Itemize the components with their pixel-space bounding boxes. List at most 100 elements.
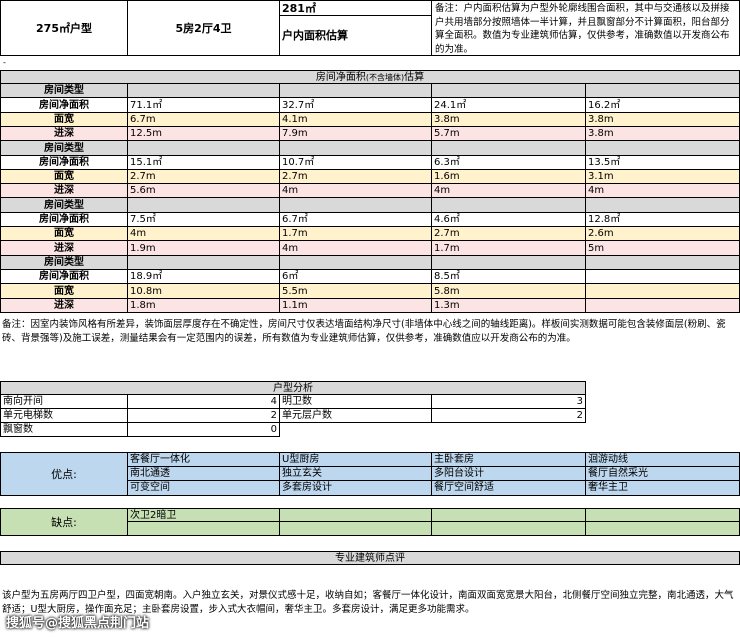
row-label-area: 房间净面积 <box>0 270 128 284</box>
room-type-cell <box>128 84 280 98</box>
room-depth-cell: 1.8m <box>128 299 280 313</box>
pros-cell: 客餐厅一体化 <box>128 452 280 467</box>
analysis-label2 <box>280 423 432 437</box>
room-area-cell: 6.3㎡ <box>432 156 586 170</box>
room-type-cell <box>128 198 280 213</box>
room-type-cell <box>586 198 740 213</box>
row-label-depth: 进深 <box>0 299 128 313</box>
room-depth-cell: 1.9m <box>128 241 280 256</box>
pros-label: 优点: <box>0 452 128 496</box>
room-type-cell <box>280 198 432 213</box>
room-area-cell: 16.2㎡ <box>586 98 740 113</box>
room-type-cell <box>128 256 280 270</box>
room-depth-cell: 4m <box>432 184 586 198</box>
pros-cell: 餐厅自然采光 <box>586 466 740 482</box>
analysis-val2 <box>432 423 586 437</box>
room-depth-cell: 1.7m <box>432 241 586 256</box>
room-width-cell: 2.7m <box>128 170 280 184</box>
cons-cell <box>586 522 740 536</box>
room-table-note: 备注：因室内装饰风格有所差异，装饰面层厚度存在不确定性，房间尺寸仅表达墙面结构净… <box>2 319 726 344</box>
row-label-width: 面宽 <box>0 227 128 241</box>
room-area-cell: 7.5㎡ <box>128 213 280 227</box>
analysis-table: 户型分析 南向开间 4 明卫数 3 单元电梯数 2 单元层户数 2 飘窗数 0 <box>0 381 588 439</box>
row-label-type: 房间类型 <box>0 141 128 156</box>
row-label-depth: 进深 <box>0 241 128 256</box>
room-table: 房间净面积(不含墙体)估算 房间类型 房间净面积 71.1㎡ 32.7㎡ 24.1㎡ 16… <box>0 70 740 313</box>
row-label-type: 房间类型 <box>0 198 128 213</box>
pros-table: 优点: 客餐厅一体化 U型厨房 主卧套房 洄游动线 南北通透 独立玄关 多阳台设计 餐厅自然采… <box>0 452 740 496</box>
room-width-cell: 1.6m <box>432 170 586 184</box>
pros-cell: U型厨房 <box>280 452 432 467</box>
cons-cell: 次卫2暗卫 <box>128 508 280 522</box>
analysis-label2: 单元层户数 <box>280 409 432 423</box>
analysis-val2: 2 <box>432 409 586 423</box>
analysis-label2: 明卫数 <box>280 395 432 409</box>
cons-label: 缺点: <box>0 508 128 536</box>
row-label-area: 房间净面积 <box>0 98 128 113</box>
analysis-label1: 单元电梯数 <box>0 409 128 423</box>
pros-cell: 独立玄关 <box>280 466 432 482</box>
room-depth-cell: 5.6m <box>128 184 280 198</box>
room-area-cell: 71.1㎡ <box>128 98 280 113</box>
room-area-cell <box>586 270 740 284</box>
header-note-text: 备注：户内面积估算为户型外轮廓线围合面积，其中与交通核以及拼接户共用墙部分按照墙… <box>435 3 730 55</box>
pros-cell: 可变空间 <box>128 481 280 496</box>
analysis-title: 户型分析 <box>0 381 586 395</box>
room-width-cell: 5.8m <box>432 284 586 299</box>
room-type-cell <box>432 84 586 98</box>
header-block: 275㎡户型 5房2厅4卫 281㎡ 户内面积估算 备注：户内面积估算为户型外轮… <box>0 0 740 56</box>
room-depth-cell: 5.7m <box>432 127 586 141</box>
room-width-cell: 2.7m <box>432 227 586 241</box>
room-depth-cell: 7.9m <box>280 127 432 141</box>
pros-cell: 餐厅空间舒适 <box>432 481 586 496</box>
room-depth-cell: 1.1m <box>280 299 432 313</box>
cons-cell <box>586 508 740 522</box>
cons-cell <box>432 508 586 522</box>
room-width-cell: 3.1m <box>586 170 740 184</box>
pros-cell: 南北通透 <box>128 466 280 482</box>
analysis-val1: 4 <box>128 395 280 409</box>
room-width-cell: 2.6m <box>586 227 740 241</box>
room-depth-cell: 3.8m <box>586 127 740 141</box>
room-depth-cell: 1.3m <box>432 299 586 313</box>
pros-cell: 多套房设计 <box>280 481 432 496</box>
room-area-cell: 6.7㎡ <box>280 213 432 227</box>
row-label-width: 面宽 <box>0 284 128 299</box>
room-type-cell <box>280 84 432 98</box>
room-area-cell: 24.1㎡ <box>432 98 586 113</box>
cons-cell <box>128 522 280 536</box>
area-value: 281㎡ <box>280 0 432 16</box>
room-depth-cell: 5m <box>586 241 740 256</box>
room-table-title-suffix: 估算 <box>404 72 425 83</box>
room-type-cell <box>586 141 740 156</box>
cons-table: 缺点: 次卫2暗卫 <box>0 508 740 536</box>
analysis-label1: 南向开间 <box>0 395 128 409</box>
layout-label: 5房2厅4卫 <box>128 0 280 56</box>
room-depth-cell: 12.5m <box>128 127 280 141</box>
room-type-cell <box>280 141 432 156</box>
cons-cell <box>432 522 586 536</box>
pros-cell: 主卧套房 <box>432 452 586 467</box>
row-label-type: 房间类型 <box>0 256 128 270</box>
pros-cell: 奢华主卫 <box>586 481 740 496</box>
room-area-cell: 32.7㎡ <box>280 98 432 113</box>
room-width-cell: 10.8m <box>128 284 280 299</box>
room-type-cell <box>432 141 586 156</box>
analysis-label1: 飘窗数 <box>0 423 128 437</box>
area-label: 275㎡户型 <box>0 0 128 56</box>
header-note: 备注：户内面积估算为户型外轮廓线围合面积，其中与交通核以及拼接户共用墙部分按照墙… <box>432 0 740 56</box>
room-type-cell <box>128 141 280 156</box>
room-width-cell: 4m <box>128 227 280 241</box>
row-label-width: 面宽 <box>0 170 128 184</box>
room-area-cell: 10.7㎡ <box>280 156 432 170</box>
room-area-cell: 12.8㎡ <box>586 213 740 227</box>
analysis-val1: 0 <box>128 423 280 437</box>
room-type-cell <box>432 256 586 270</box>
room-depth-cell <box>586 299 740 313</box>
review-title: 专业建筑师点评 <box>0 551 740 565</box>
row-label-depth: 进深 <box>0 184 128 198</box>
room-width-cell: 3.8m <box>586 113 740 127</box>
cons-cell <box>280 508 432 522</box>
spacer-dot: - <box>3 58 6 67</box>
room-depth-cell: 4m <box>586 184 740 198</box>
